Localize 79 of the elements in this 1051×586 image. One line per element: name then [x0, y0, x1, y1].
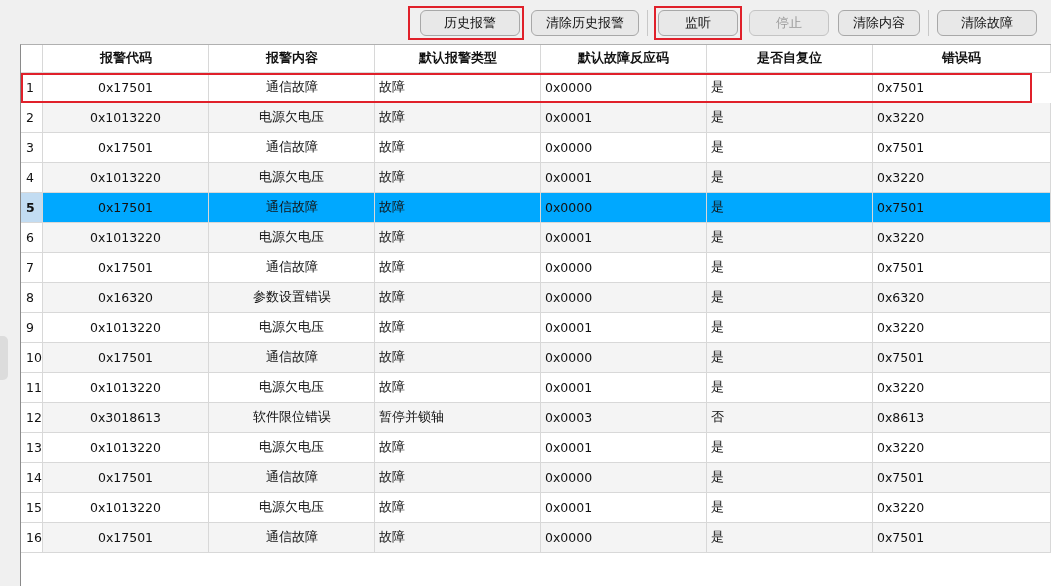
table-cell: 0x1013220	[43, 103, 209, 133]
table-cell: 0x3220	[873, 223, 1051, 253]
column-header[interactable]: 默认报警类型	[375, 45, 541, 73]
table-cell: 0x0000	[541, 523, 707, 553]
row-number: 6	[21, 223, 43, 253]
table-cell: 0x17501	[43, 523, 209, 553]
row-number: 10	[21, 343, 43, 373]
table-row[interactable]: 8 0x16320 参数设置错误 故障 0x0000 是 0x6320	[21, 283, 1051, 313]
table-cell: 0x17501	[43, 463, 209, 493]
table-cell: 0x8613	[873, 403, 1051, 433]
row-number: 9	[21, 313, 43, 343]
table-cell: 是	[707, 343, 873, 373]
row-number: 3	[21, 133, 43, 163]
row-number: 5	[21, 193, 43, 223]
table-cell: 0x3220	[873, 103, 1051, 133]
table-cell: 0x0001	[541, 223, 707, 253]
table-cell: 0x0003	[541, 403, 707, 433]
table-cell: 0x0001	[541, 103, 707, 133]
table-cell: 通信故障	[209, 343, 375, 373]
table-cell: 是	[707, 463, 873, 493]
toolbar-button[interactable]: 监听	[658, 10, 738, 36]
table-cell: 0x3018613	[43, 403, 209, 433]
table-row[interactable]: 5 0x17501 通信故障 故障 0x0000 是 0x7501	[21, 193, 1051, 223]
table-cell: 0x16320	[43, 283, 209, 313]
table-row[interactable]: 6 0x1013220 电源欠电压 故障 0x0001 是 0x3220	[21, 223, 1051, 253]
table-row[interactable]: 14 0x17501 通信故障 故障 0x0000 是 0x7501	[21, 463, 1051, 493]
table-cell: 通信故障	[209, 463, 375, 493]
row-number: 14	[21, 463, 43, 493]
table-cell: 0x7501	[873, 463, 1051, 493]
table-cell: 是	[707, 103, 873, 133]
table-row[interactable]: 12 0x3018613 软件限位错误 暂停并锁轴 0x0003 否 0x8613	[21, 403, 1051, 433]
row-number: 2	[21, 103, 43, 133]
toolbar-button[interactable]: 清除内容	[838, 10, 920, 36]
table-cell: 否	[707, 403, 873, 433]
table-cell: 0x0000	[541, 343, 707, 373]
toolbar-button[interactable]: 清除故障	[937, 10, 1037, 36]
row-number: 12	[21, 403, 43, 433]
row-number: 16	[21, 523, 43, 553]
table-cell: 0x6320	[873, 283, 1051, 313]
column-header[interactable]: 错误码	[873, 45, 1051, 73]
table-cell: 0x1013220	[43, 223, 209, 253]
row-number: 15	[21, 493, 43, 523]
table-cell: 参数设置错误	[209, 283, 375, 313]
table-cell: 故障	[375, 463, 541, 493]
corner-header[interactable]	[21, 45, 43, 73]
table-cell: 是	[707, 283, 873, 313]
column-header[interactable]: 报警代码	[43, 45, 209, 73]
table-cell: 通信故障	[209, 523, 375, 553]
table-cell: 暂停并锁轴	[375, 403, 541, 433]
table-cell: 故障	[375, 103, 541, 133]
table-cell: 故障	[375, 283, 541, 313]
table-cell: 是	[707, 223, 873, 253]
table-cell: 故障	[375, 223, 541, 253]
table-cell: 电源欠电压	[209, 223, 375, 253]
column-header[interactable]: 是否自复位	[707, 45, 873, 73]
table-cell: 故障	[375, 523, 541, 553]
table-cell: 0x7501	[873, 343, 1051, 373]
table-cell: 0x0000	[541, 463, 707, 493]
table-row[interactable]: 16 0x17501 通信故障 故障 0x0000 是 0x7501	[21, 523, 1051, 553]
table-row[interactable]: 4 0x1013220 电源欠电压 故障 0x0001 是 0x3220	[21, 163, 1051, 193]
toolbar-button[interactable]: 历史报警	[420, 10, 520, 36]
table-cell: 0x0000	[541, 283, 707, 313]
table-cell: 电源欠电压	[209, 103, 375, 133]
table-row[interactable]: 10 0x17501 通信故障 故障 0x0000 是 0x7501	[21, 343, 1051, 373]
row-number: 13	[21, 433, 43, 463]
table-cell: 0x17501	[43, 343, 209, 373]
table-cell: 故障	[375, 343, 541, 373]
row-number: 8	[21, 283, 43, 313]
table-cell: 软件限位错误	[209, 403, 375, 433]
row-number: 11	[21, 373, 43, 403]
toolbar-button[interactable]: 清除历史报警	[531, 10, 639, 36]
row-number: 4	[21, 163, 43, 193]
table-cell: 是	[707, 523, 873, 553]
table-row[interactable]: 1 0x17501 通信故障 故障 0x0000 是 0x7501	[21, 73, 1032, 103]
row-number: 7	[21, 253, 43, 283]
table-row[interactable]: 2 0x1013220 电源欠电压 故障 0x0001 是 0x3220	[21, 103, 1051, 133]
column-header[interactable]: 默认故障反应码	[541, 45, 707, 73]
column-header[interactable]: 报警内容	[209, 45, 375, 73]
table-cell: 0x7501	[873, 523, 1051, 553]
